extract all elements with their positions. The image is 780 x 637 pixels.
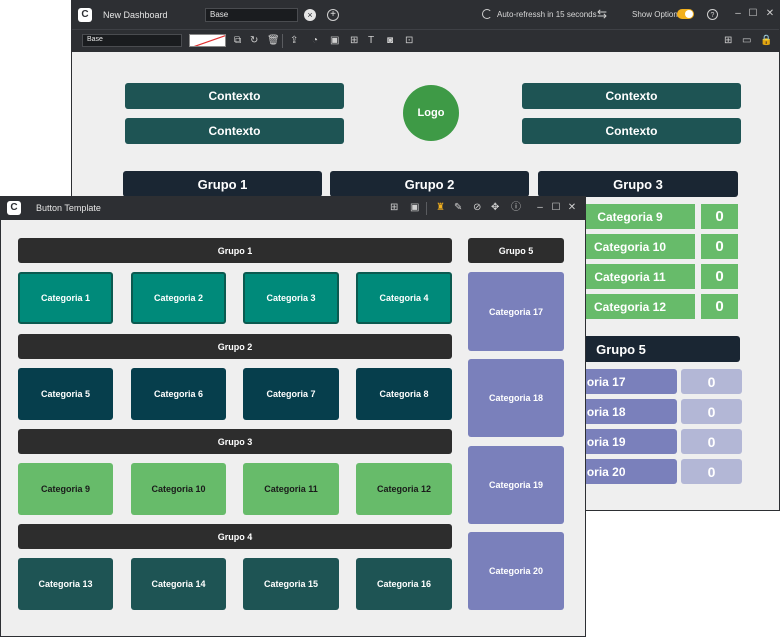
grid-widget-icon[interactable]: ⊡ [405,36,413,46]
window-title: Button Template [36,203,101,213]
group-header[interactable]: Grupo 1 [123,171,322,197]
category-button[interactable]: Categoria 13 [18,558,113,610]
dashboard-toolbar: Base ⧉ ↻ 🗑 ⇪ ◔ ▣ ⊞ T ◙ ⊡ ⊞ ▭ 🔒 [72,29,779,52]
category-button[interactable]: Categoria 7 [243,368,339,420]
maximize-button[interactable]: ☐ [747,8,759,19]
minimize-button[interactable]: – [732,8,744,19]
help-icon: ? [710,12,715,19]
swap-icon[interactable]: ⇆ [597,7,607,21]
contexto-button[interactable]: Contexto [522,83,741,109]
toolbar-divider [426,202,427,215]
category-button[interactable]: Categoria 11 [243,463,339,515]
category-button[interactable]: Categoria 3 [243,272,339,324]
group-header[interactable]: Grupo 3 [18,429,452,454]
contexto-button[interactable]: Contexto [522,118,741,144]
close-icon: × [307,10,313,20]
category-button[interactable]: Categoria 16 [356,558,452,610]
app-logo-icon: C [7,201,21,215]
category-button[interactable]: Categoria 9 [18,463,113,515]
group-header[interactable]: Grupo 3 [538,171,738,197]
widget-icon[interactable]: ⊞ [350,36,358,46]
plus-icon: + [330,9,336,20]
app-logo-icon: C [78,8,92,22]
category-button[interactable]: Categoria 12 [356,463,452,515]
category-value: 0 [681,369,742,394]
brush-icon[interactable]: ♜ [436,203,445,213]
group-header[interactable]: Grupo 4 [18,524,452,549]
show-options-label: Show Options [632,10,682,19]
group-header[interactable]: Grupo 2 [18,334,452,359]
category-button[interactable]: Categoria 15 [243,558,339,610]
category-button[interactable]: Categoria 5 [18,368,113,420]
auto-refresh-label: Auto-refressh in 15 seconds [497,10,597,19]
grid-icon[interactable]: ⊞ [724,36,732,46]
category-value: 0 [701,264,738,289]
group-header[interactable]: Grupo 2 [330,171,529,197]
tab-base[interactable]: Base [205,8,298,22]
dashboard-titlebar: C New Dashboard Base × + Auto-refressh i… [72,1,779,29]
toolbar-divider [282,34,283,48]
toggle-knob [685,10,693,18]
export-icon[interactable]: ⇪ [290,36,298,46]
category-button[interactable]: Categoria 2 [131,272,226,324]
no-color-icon [193,35,225,46]
group-header[interactable]: Grupo 5 [468,238,564,263]
refresh-icon[interactable] [482,9,492,19]
table-icon[interactable]: ⊞ [390,203,398,213]
refresh-icon[interactable]: ↻ [250,36,258,46]
move-icon[interactable]: ✥ [491,203,499,213]
tab-close-button[interactable]: × [304,9,316,21]
help-button[interactable]: ? [707,9,718,20]
color-picker[interactable] [189,34,226,47]
text-icon[interactable]: T [368,36,374,46]
contexto-button[interactable]: Contexto [125,83,344,109]
category-value: 0 [701,234,738,259]
category-button[interactable]: Categoria 19 [468,446,564,524]
screen-icon[interactable]: ▭ [742,36,751,46]
template-titlebar: C Button Template ⊞ ▣ ♜ ✎ ⊘ ✥ ⓘ – ☐ ✕ [1,197,585,220]
category-button[interactable]: Categoria 14 [131,558,226,610]
pie-chart-icon[interactable]: ◔ [312,36,318,46]
category-value: 0 [701,204,738,229]
window-title: New Dashboard [103,10,168,20]
image-icon[interactable]: ◙ [387,36,393,46]
category-button[interactable]: Categoria 20 [468,532,564,610]
maximize-button[interactable]: ☐ [550,202,562,213]
category-value: 0 [681,459,742,484]
close-button[interactable]: ✕ [566,202,578,213]
category-button[interactable]: Categoria 18 [468,359,564,437]
tab-label: Base [210,10,229,19]
no-edit-icon[interactable]: ⊘ [473,203,481,213]
add-tab-button[interactable]: + [327,9,339,21]
group-header[interactable]: Grupo 1 [18,238,452,263]
folder-icon[interactable]: ▣ [410,203,419,213]
lock-icon[interactable]: 🔒 [760,36,772,46]
show-options-toggle[interactable] [677,9,694,19]
button-template-window: C Button Template ⊞ ▣ ♜ ✎ ⊘ ✥ ⓘ – ☐ ✕ Gr… [0,196,586,637]
category-button[interactable]: Categoria 10 [131,463,226,515]
layout-select-value: Base [87,36,103,43]
contexto-button[interactable]: Contexto [125,118,344,144]
category-button[interactable]: Categoria 1 [18,272,113,324]
logo-circle[interactable]: Logo [403,85,459,141]
category-button[interactable]: Categoria 8 [356,368,452,420]
trash-icon[interactable]: 🗑 [267,36,280,46]
info-icon[interactable]: ⓘ [511,203,521,213]
layout-select[interactable]: Base [82,34,182,47]
copy-icon[interactable]: ⧉ [234,36,241,46]
category-value: 0 [681,429,742,454]
category-value: 0 [681,399,742,424]
close-button[interactable]: ✕ [764,8,776,19]
category-button[interactable]: Categoria 6 [131,368,226,420]
minimize-button[interactable]: – [534,202,546,213]
folder-settings-icon[interactable]: ▣ [330,36,339,46]
category-button[interactable]: Categoria 17 [468,272,564,351]
edit-icon[interactable]: ✎ [454,203,462,213]
category-value: 0 [701,294,738,319]
category-button[interactable]: Categoria 4 [356,272,452,324]
